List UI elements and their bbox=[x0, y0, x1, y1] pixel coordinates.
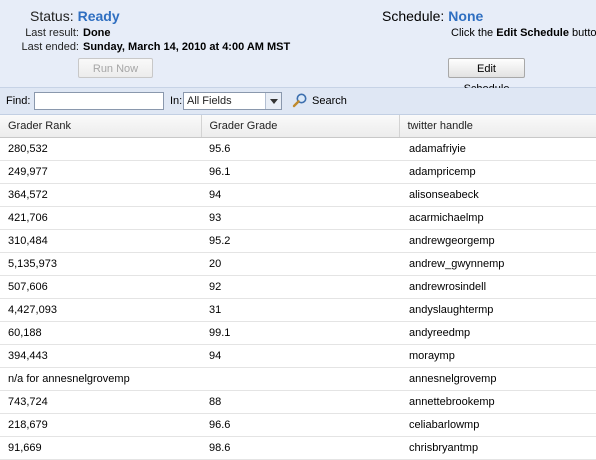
cell-grader-rank: n/a for annesnelgrovemp bbox=[0, 367, 201, 391]
cell-twitter-handle: andrewgeorgemp bbox=[399, 229, 596, 253]
magnifier-icon bbox=[292, 93, 307, 108]
cell-twitter-handle: andyreedmp bbox=[399, 321, 596, 345]
table-row[interactable]: 310,484 95.2 andrewgeorgemp bbox=[0, 229, 596, 253]
cell-grader-rank: 91,669 bbox=[0, 436, 201, 460]
last-ended-label: Last ended: bbox=[21, 41, 80, 53]
table-row[interactable]: 743,724 88 annettebrookemp bbox=[0, 390, 596, 414]
cell-grader-grade: 95.6 bbox=[201, 137, 399, 161]
cell-grader-rank: 218,679 bbox=[0, 413, 201, 437]
cell-grader-rank: 394,443 bbox=[0, 344, 201, 368]
in-label: In: bbox=[170, 95, 183, 107]
cell-grader-rank: 280,532 bbox=[0, 137, 201, 161]
cell-twitter-handle: andrew_gwynnemp bbox=[399, 252, 596, 276]
table-row[interactable]: 60,188 99.1 andyreedmp bbox=[0, 321, 596, 345]
last-ended: Last ended: Sunday, March 14, 2010 at 4:0… bbox=[5, 41, 291, 53]
cell-grader-grade: 94 bbox=[201, 344, 399, 368]
cell-grader-rank: 743,724 bbox=[0, 390, 201, 414]
schedule-hint: Click the Edit Schedule butto bbox=[451, 27, 596, 39]
field-select[interactable]: All Fields bbox=[183, 92, 282, 110]
cell-twitter-handle: celiabarlowmp bbox=[399, 413, 596, 437]
cell-grader-grade: 31 bbox=[201, 298, 399, 322]
last-result-label: Last result: bbox=[25, 27, 79, 39]
table-header-row: Grader Rank Grader Grade twitter handle bbox=[0, 115, 596, 138]
cell-grader-rank: 5,135,973 bbox=[0, 252, 201, 276]
cell-grader-rank: 249,977 bbox=[0, 160, 201, 184]
cell-grader-rank: 507,606 bbox=[0, 275, 201, 299]
status-value: Ready bbox=[77, 8, 120, 24]
cell-twitter-handle: andrewrosindell bbox=[399, 275, 596, 299]
table-body: 280,532 95.6 adamafriyie 249,977 96.1 adampri… bbox=[0, 137, 596, 460]
edit-schedule-button[interactable]: Edit Schedule bbox=[448, 58, 525, 95]
cell-grader-grade: 95.2 bbox=[201, 229, 399, 253]
last-result-value: Done bbox=[83, 27, 111, 39]
cell-twitter-handle: acarmichaelmp bbox=[399, 206, 596, 230]
cell-grader-rank: 4,427,093 bbox=[0, 298, 201, 322]
search-label: Search bbox=[312, 95, 347, 107]
run-status-panel: Status: Ready Last result: Done Last ended… bbox=[0, 0, 596, 95]
cell-twitter-handle: andyslaughtermp bbox=[399, 298, 596, 322]
cell-grader-grade: 96.6 bbox=[201, 413, 399, 437]
cell-twitter-handle: adamafriyie bbox=[399, 137, 596, 161]
field-select-value: All Fields bbox=[187, 95, 232, 107]
status-label: Status: bbox=[30, 8, 74, 24]
table-row[interactable]: 4,427,093 31 andyslaughtermp bbox=[0, 298, 596, 322]
table-row[interactable]: 421,706 93 acarmichaelmp bbox=[0, 206, 596, 230]
table-row[interactable]: 91,669 98.6 chrisbryantmp bbox=[0, 436, 596, 460]
cell-grader-rank: 310,484 bbox=[0, 229, 201, 253]
cell-twitter-handle: moraymp bbox=[399, 344, 596, 368]
schedule-hint-suffix: butto bbox=[569, 27, 596, 39]
table-row[interactable]: 218,679 96.6 celiabarlowmp bbox=[0, 413, 596, 437]
cell-grader-grade: 93 bbox=[201, 206, 399, 230]
table-row[interactable]: 394,443 94 moraymp bbox=[0, 344, 596, 368]
cell-grader-grade: 96.1 bbox=[201, 160, 399, 184]
cell-grader-rank: 421,706 bbox=[0, 206, 201, 230]
cell-twitter-handle: chrisbryantmp bbox=[399, 436, 596, 460]
table-row[interactable]: 280,532 95.6 adamafriyie bbox=[0, 137, 596, 161]
cell-grader-grade: 88 bbox=[201, 390, 399, 414]
cell-grader-grade: 99.1 bbox=[201, 321, 399, 345]
results-table: Grader Rank Grader Grade twitter handle … bbox=[0, 115, 596, 460]
schedule-line: Schedule: None bbox=[382, 8, 483, 24]
cell-twitter-handle: alisonseabeck bbox=[399, 183, 596, 207]
cell-grader-grade bbox=[201, 367, 399, 391]
last-result: Last result: Done bbox=[5, 27, 111, 39]
cell-grader-rank: 60,188 bbox=[0, 321, 201, 345]
run-now-button[interactable]: Run Now bbox=[78, 58, 153, 78]
schedule-label: Schedule: bbox=[382, 8, 445, 24]
cell-grader-grade: 98.6 bbox=[201, 436, 399, 460]
cell-twitter-handle: annesnelgrovemp bbox=[399, 367, 596, 391]
column-header-grader-grade[interactable]: Grader Grade bbox=[201, 115, 400, 138]
schedule-hint-prefix: Click the bbox=[451, 27, 497, 39]
column-header-grader-rank[interactable]: Grader Rank bbox=[0, 115, 202, 138]
column-header-twitter-handle[interactable]: twitter handle bbox=[399, 115, 596, 138]
table-row[interactable]: 5,135,973 20 andrew_gwynnemp bbox=[0, 252, 596, 276]
chevron-down-icon[interactable] bbox=[265, 93, 281, 109]
cell-grader-grade: 20 bbox=[201, 252, 399, 276]
schedule-value: None bbox=[448, 8, 484, 24]
cell-grader-rank: 364,572 bbox=[0, 183, 201, 207]
find-toolbar: Find: In: All Fields Search bbox=[0, 88, 596, 115]
cell-twitter-handle: annettebrookemp bbox=[399, 390, 596, 414]
cell-grader-grade: 94 bbox=[201, 183, 399, 207]
cell-twitter-handle: adampricemp bbox=[399, 160, 596, 184]
table-row[interactable]: 249,977 96.1 adampricemp bbox=[0, 160, 596, 184]
table-row[interactable]: 507,606 92 andrewrosindell bbox=[0, 275, 596, 299]
find-label: Find: bbox=[6, 95, 31, 107]
table-row[interactable]: n/a for annesnelgrovemp annesnelgrovemp bbox=[0, 367, 596, 391]
schedule-hint-bold: Edit Schedule bbox=[496, 27, 569, 39]
table-row[interactable]: 364,572 94 alisonseabeck bbox=[0, 183, 596, 207]
find-input[interactable] bbox=[34, 92, 164, 110]
cell-grader-grade: 92 bbox=[201, 275, 399, 299]
status-line: Status: Ready bbox=[30, 8, 120, 24]
last-ended-value: Sunday, March 14, 2010 at 4:00 AM MST bbox=[83, 41, 291, 53]
